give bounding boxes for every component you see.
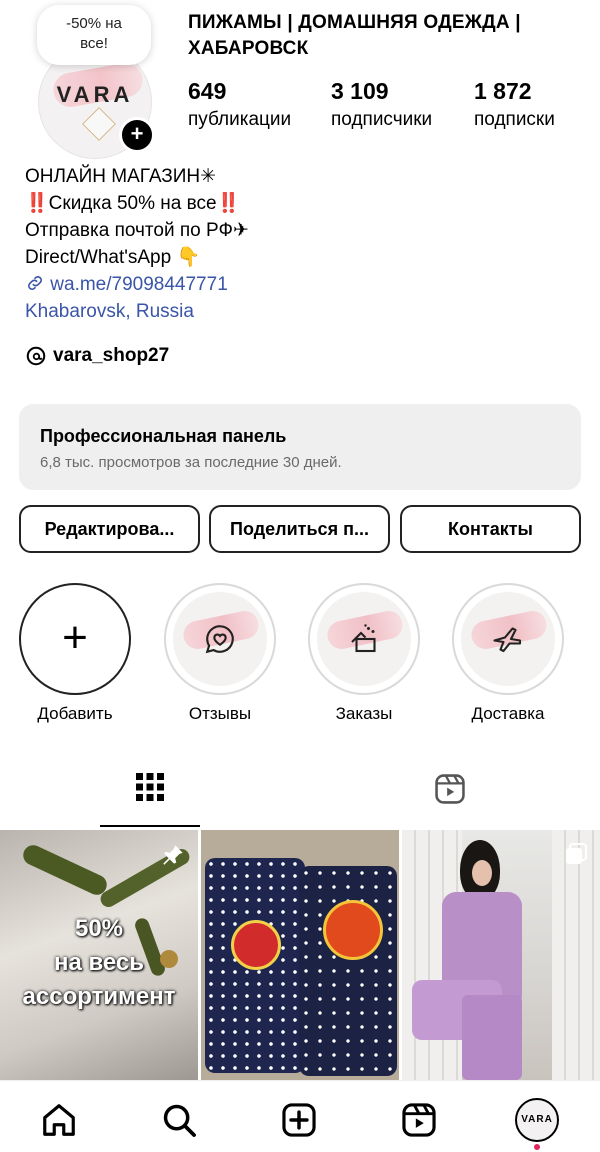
profile-name: ПИЖАМЫ | ДОМАШНЯЯ ОДЕЖДА | ХАБАРОВСК <box>188 12 521 59</box>
post-tile[interactable] <box>402 830 600 1080</box>
stat-following-label: подписки <box>474 109 555 130</box>
plus-icon: + <box>19 583 131 695</box>
stat-following[interactable]: 1 872 подписки <box>474 78 555 131</box>
stat-posts-label: публикации <box>188 109 292 130</box>
link-icon <box>28 276 42 290</box>
grid-icon[interactable] <box>135 772 165 802</box>
pin-icon <box>163 845 183 865</box>
gift-box-icon <box>351 624 376 653</box>
home-icon[interactable] <box>40 1101 78 1139</box>
threads-handle[interactable]: vara_shop27 <box>53 345 169 367</box>
search-icon[interactable] <box>160 1101 198 1139</box>
avatar-logo: VARA <box>56 82 134 107</box>
notification-dot <box>534 1144 540 1150</box>
share-profile-button[interactable]: Поделиться п... <box>209 505 390 553</box>
stat-followers-label: подписчики <box>331 109 433 130</box>
caption-line: на весь <box>53 949 145 976</box>
carousel-icon <box>566 843 587 864</box>
stat-posts-value: 649 <box>188 78 227 104</box>
post-tile[interactable]: 50% на весь ассортимент <box>0 830 198 1080</box>
bottom-nav: VARA <box>0 1080 600 1152</box>
profile-nav-avatar[interactable]: VARA <box>515 1098 559 1142</box>
stat-posts[interactable]: 649 публикации <box>188 78 291 131</box>
highlight-reviews[interactable]: Отзывы <box>162 583 278 724</box>
content-tabs <box>0 760 600 828</box>
add-story-plus-icon[interactable]: + <box>119 117 155 153</box>
profile-nav-avatar-text: VARA <box>521 1114 553 1125</box>
threads-icon <box>26 346 46 366</box>
threads-link[interactable]: vara_shop27 <box>25 345 169 367</box>
highlight-label: Отзывы <box>188 704 252 723</box>
reels-icon[interactable] <box>433 772 467 806</box>
post-caption: 50% на весь ассортимент <box>0 912 198 1014</box>
panel-subtitle: 6,8 тыс. просмотров за последние 30 дней… <box>40 454 342 471</box>
stat-following-value: 1 872 <box>474 78 532 104</box>
chat-heart-icon <box>205 625 234 654</box>
highlight-label: Доставка <box>471 704 545 723</box>
professional-dashboard[interactable]: Профессиональная панель 6,8 тыс. просмот… <box>19 404 581 490</box>
bio-location[interactable]: Khabarovsk, Russia <box>25 298 585 325</box>
highlight-label: Заказы <box>335 704 393 723</box>
bio-line: ОНЛАЙН МАГАЗИН✳ <box>25 166 217 187</box>
bio-link[interactable]: wa.me/79098447771 <box>25 271 585 298</box>
highlight-add[interactable]: + Добавить <box>17 583 133 724</box>
stat-followers-value: 3 109 <box>331 78 389 104</box>
caption-line: ассортимент <box>22 983 176 1010</box>
post-tile[interactable] <box>201 830 399 1080</box>
bio-line: Direct/What'sApp 👇 <box>25 247 201 268</box>
caption-line: 50% <box>74 915 124 942</box>
stat-followers[interactable]: 3 109 подписчики <box>331 78 432 131</box>
panel-title: Профессиональная панель <box>40 426 287 446</box>
bio-link-text[interactable]: wa.me/79098447771 <box>50 274 227 295</box>
active-tab-indicator <box>100 825 200 827</box>
reels-nav-icon[interactable] <box>400 1101 438 1139</box>
highlight-delivery[interactable]: Доставка <box>450 583 566 724</box>
contacts-button[interactable]: Контакты <box>400 505 581 553</box>
edit-profile-button[interactable]: Редактирова... <box>19 505 200 553</box>
bio-line: ‼️Скидка 50% на все‼️ <box>25 193 241 214</box>
bio-line: Отправка почтой по РФ✈ <box>25 220 249 241</box>
highlight-label: Добавить <box>37 704 113 723</box>
highlight-orders[interactable]: Заказы <box>306 583 422 724</box>
create-icon[interactable] <box>280 1101 318 1139</box>
note-bubble[interactable]: -50% на все! <box>37 5 151 65</box>
airplane-icon <box>493 627 522 653</box>
bio: ОНЛАЙН МАГАЗИН✳ ‼️Скидка 50% на все‼️ От… <box>25 163 585 325</box>
